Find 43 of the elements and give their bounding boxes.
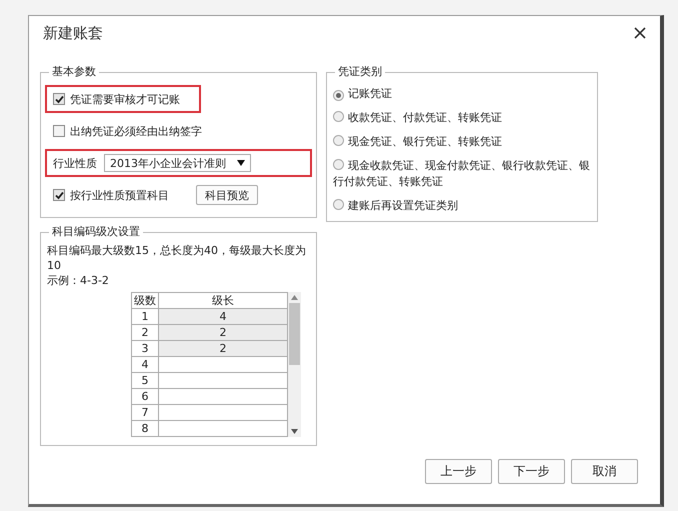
- radio-button[interactable]: [333, 135, 344, 146]
- industry-dropdown[interactable]: 2013年小企业会计准则: [104, 154, 251, 172]
- radio-option[interactable]: 收款凭证、付款凭证、转账凭证: [333, 110, 591, 126]
- window-title: 新建账套: [43, 24, 103, 42]
- table-cell: 2: [158, 340, 288, 356]
- table-cell: 6: [132, 388, 158, 404]
- preview-button[interactable]: 科目预览: [196, 185, 258, 205]
- table-cell: 7: [132, 404, 158, 420]
- group-title: 基本参数: [49, 65, 99, 79]
- checkbox-label: 出纳凭证必须经由出纳签字: [70, 124, 202, 138]
- dialog-button[interactable]: 上一步: [425, 459, 492, 484]
- table-cell: 4: [158, 308, 288, 324]
- checkbox[interactable]: [53, 93, 65, 105]
- table-cell: 5: [132, 372, 158, 388]
- close-icon[interactable]: [634, 27, 646, 39]
- radio-option[interactable]: 现金凭证、银行凭证、转账凭证: [333, 134, 591, 150]
- table-cell: 8: [132, 420, 158, 436]
- radio-option[interactable]: 记账凭证: [333, 86, 591, 102]
- dialog-button[interactable]: 取消: [571, 459, 638, 484]
- group-title: 科目编码级次设置: [49, 225, 143, 239]
- field-label: 行业性质: [53, 156, 97, 170]
- radio-option[interactable]: 建账后再设置凭证类别: [333, 198, 591, 214]
- column-header: 级数: [132, 292, 158, 308]
- scroll-down-icon[interactable]: [291, 429, 298, 434]
- checkbox-label: 按行业性质预置科目: [70, 188, 169, 202]
- dropdown-arrow-icon: [237, 160, 245, 166]
- scrollbar[interactable]: [288, 292, 301, 437]
- description-text: 科目编码最大级数15，总长度为40，每级最大长度为10: [47, 243, 307, 273]
- dialog-button[interactable]: 下一步: [498, 459, 565, 484]
- checkbox[interactable]: [53, 189, 65, 201]
- column-header: 级长: [158, 292, 288, 308]
- checkbox-label: 凭证需要审核才可记账: [70, 92, 180, 106]
- group-title: 凭证类别: [335, 65, 385, 79]
- table-cell: 2: [158, 324, 288, 340]
- radio-option[interactable]: 现金收款凭证、现金付款凭证、银行收款凭证、银行付款凭证、转账凭证: [333, 158, 591, 190]
- checkbox[interactable]: [53, 125, 65, 137]
- table-cell: 4: [132, 356, 158, 372]
- radio-button[interactable]: [333, 159, 344, 170]
- example-text: 示例：4-3-2: [47, 273, 110, 288]
- radio-button[interactable]: [333, 111, 344, 122]
- radio-button[interactable]: [333, 199, 344, 210]
- radio-button[interactable]: [333, 90, 344, 101]
- scroll-up-icon[interactable]: [291, 295, 298, 300]
